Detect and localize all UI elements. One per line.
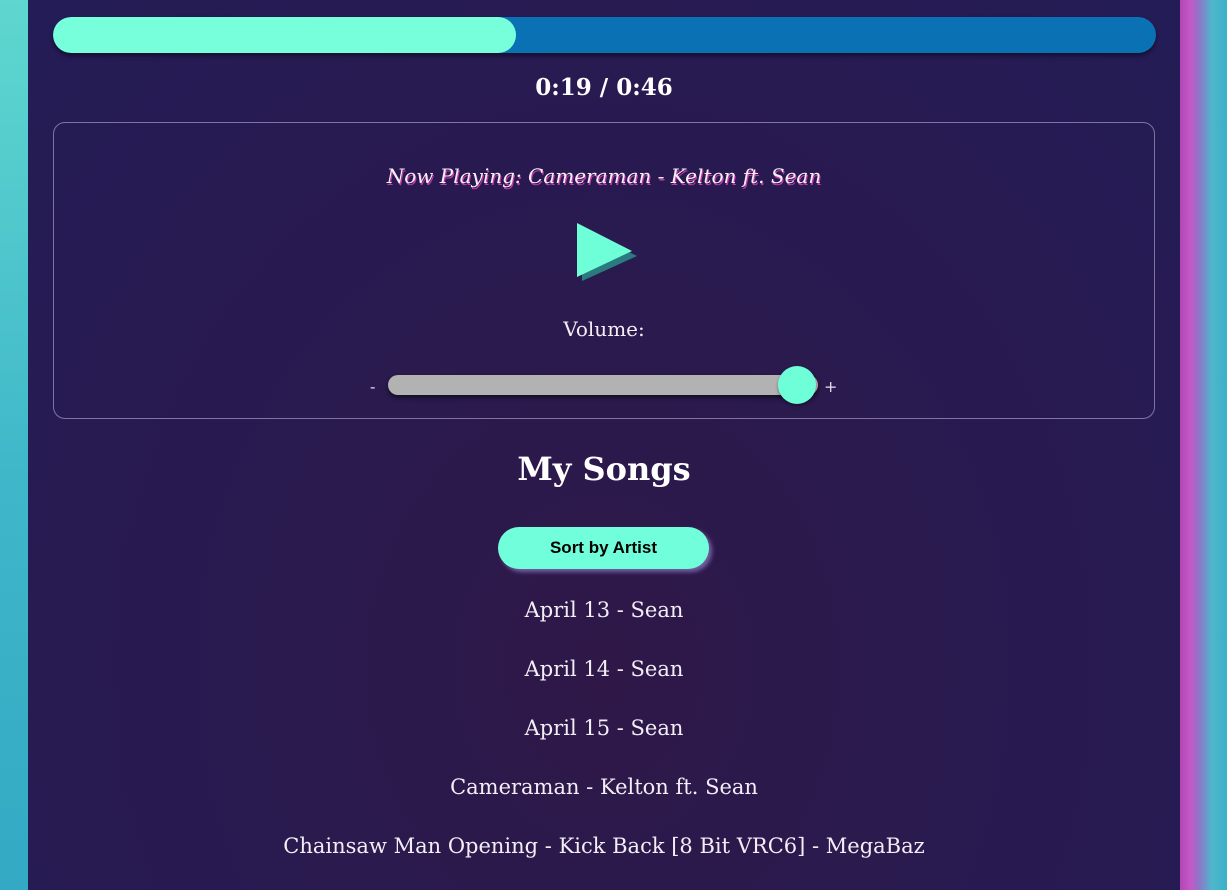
songs-heading: My Songs xyxy=(517,450,691,488)
song-item[interactable]: Chainsaw Man Opening - Kick Back [8 Bit … xyxy=(28,826,1180,885)
volume-slider-thumb[interactable] xyxy=(777,366,816,404)
player-panel: Now Playing: Cameraman - Kelton ft. Sean… xyxy=(53,122,1155,419)
volume-slider[interactable] xyxy=(388,375,818,395)
play-button[interactable] xyxy=(577,223,637,281)
volume-min-label: - xyxy=(370,377,376,396)
page-edge-accent xyxy=(1180,0,1227,890)
song-item[interactable]: April 13 - Sean xyxy=(28,590,1180,649)
music-player-app: 0:19 / 0:46 Now Playing: Cameraman - Kel… xyxy=(28,0,1180,890)
song-list: April 13 - Sean April 14 - Sean April 15… xyxy=(28,590,1180,885)
seek-bar-progress xyxy=(53,17,517,53)
song-item[interactable]: April 15 - Sean xyxy=(28,708,1180,767)
song-item[interactable]: April 14 - Sean xyxy=(28,649,1180,708)
now-playing-text: Now Playing: Cameraman - Kelton ft. Sean xyxy=(386,164,822,188)
play-icon xyxy=(577,223,637,281)
volume-max-label: + xyxy=(824,377,838,396)
seek-bar[interactable] xyxy=(53,17,1156,53)
song-item[interactable]: Cameraman - Kelton ft. Sean xyxy=(28,767,1180,826)
sort-by-artist-button[interactable]: Sort by Artist xyxy=(498,527,709,569)
volume-label: Volume: xyxy=(563,317,645,341)
time-display: 0:19 / 0:46 xyxy=(535,74,673,101)
